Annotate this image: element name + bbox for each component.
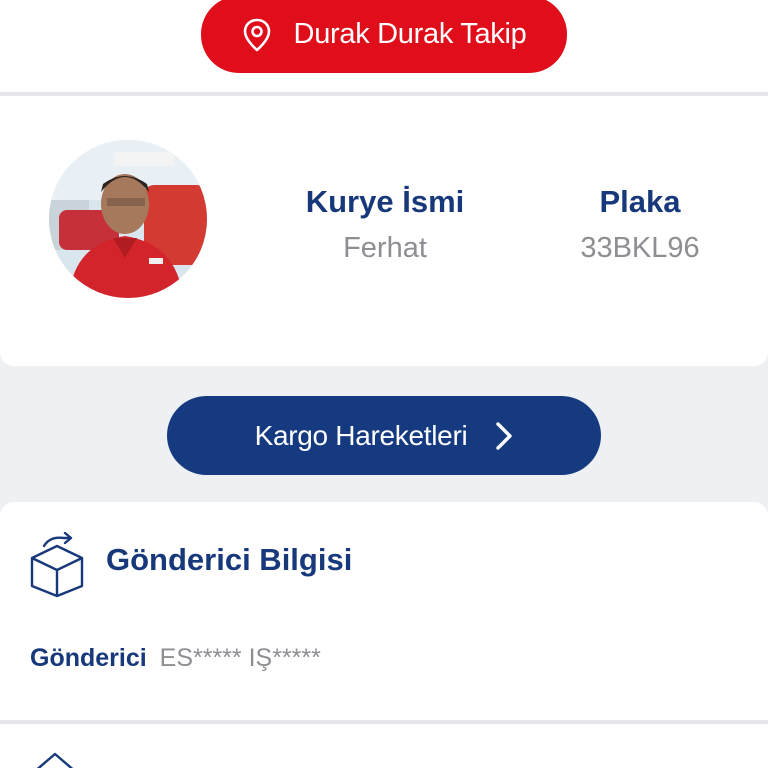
sender-row: Gönderici ES***** IŞ***** — [30, 644, 321, 673]
shipment-detail-screen: Durak Durak Takip Kurye İsmi Ferhat Plak… — [0, 0, 768, 768]
courier-name-label: Kurye İsmi — [305, 184, 465, 219]
plate-label: Plaka — [599, 184, 681, 219]
sender-label: Gönderici — [30, 644, 147, 672]
next-info-card — [0, 724, 768, 768]
sender-info-card: Gönderici Bilgisi Gönderici ES***** IŞ**… — [0, 502, 768, 720]
location-pin-icon — [242, 18, 272, 52]
courier-avatar — [49, 140, 207, 298]
courier-name-column: Kurye İsmi Ferhat — [290, 184, 480, 265]
sender-value: ES***** IŞ***** — [159, 644, 321, 672]
tracking-button-label: Durak Durak Takip — [293, 18, 527, 50]
recipient-icon — [30, 750, 80, 768]
top-action-strip: Durak Durak Takip — [0, 0, 768, 92]
plate-column: Plaka 33BKL96 — [560, 184, 720, 265]
package-box-icon — [28, 531, 86, 598]
cargo-movements-label: Kargo Hareketleri — [254, 419, 468, 451]
courier-card: Kurye İsmi Ferhat Plaka 33BKL96 — [0, 96, 768, 366]
chevron-right-icon — [495, 421, 513, 451]
stop-by-stop-tracking-button[interactable]: Durak Durak Takip — [201, 0, 567, 73]
courier-name-value: Ferhat — [343, 232, 427, 264]
sender-info-title: Gönderici Bilgisi — [106, 542, 353, 577]
plate-value: 33BKL96 — [580, 232, 700, 264]
cargo-movements-button[interactable]: Kargo Hareketleri — [167, 396, 601, 475]
